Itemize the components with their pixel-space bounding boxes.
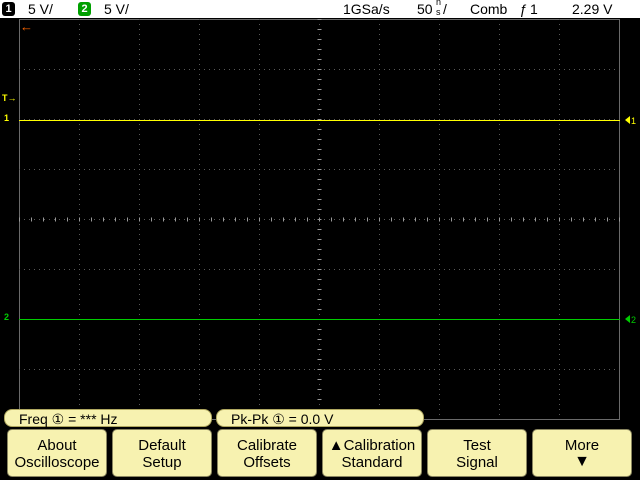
- calibrate-offsets-button[interactable]: Calibrate Offsets: [217, 429, 317, 477]
- channel-1-ground-marker[interactable]: 1: [4, 114, 9, 123]
- sample-rate: 1GSa/s: [343, 1, 390, 17]
- channel-1-trace: [19, 120, 620, 121]
- softkey-label: Offsets: [243, 454, 291, 471]
- softkey-label: Oscilloscope: [14, 454, 100, 471]
- channel-2-scale[interactable]: 5 V/: [104, 0, 129, 18]
- test-signal-button[interactable]: Test Signal: [427, 429, 527, 477]
- waveform-graticule: [19, 19, 620, 420]
- default-setup-button[interactable]: Default Setup: [112, 429, 212, 477]
- softkey-label: Test: [463, 437, 491, 454]
- trigger-level-marker[interactable]: T→: [2, 94, 17, 103]
- chevron-down-icon: ▼: [574, 453, 590, 470]
- timebase-unit-seconds: s: [436, 7, 441, 17]
- svg-text:1: 1: [631, 116, 636, 126]
- channel-1-badge[interactable]: 1: [2, 2, 15, 16]
- timebase-value[interactable]: 50: [417, 0, 433, 18]
- softkey-label: Standard: [341, 454, 403, 471]
- channel-2-trace: [19, 319, 620, 320]
- trigger-level[interactable]: 2.29 V: [572, 0, 612, 18]
- freq-measurement[interactable]: Freq ① = *** Hz: [4, 409, 212, 427]
- timebase-unit-prefix: n: [436, 0, 442, 7]
- about-oscilloscope-button[interactable]: About Oscilloscope: [7, 429, 107, 477]
- channel-1-right-marker-icon: 1: [625, 116, 636, 126]
- softkey-label: Setup: [142, 454, 182, 471]
- channel-2-right-marker-icon: 2: [625, 315, 636, 325]
- status-bar: 1 5 V/ 2 5 V/ 1GSa/s 50 n s / Comb ƒ 1 2…: [0, 0, 640, 18]
- channel-1-scale[interactable]: 5 V/: [28, 0, 53, 18]
- trigger-time-marker-icon[interactable]: ←: [20, 20, 33, 33]
- acquisition-mode[interactable]: Comb: [470, 0, 507, 18]
- softkey-label: ▲Calibration: [328, 437, 416, 454]
- softkey-label: Calibrate: [236, 437, 298, 454]
- softkey-label: About: [37, 437, 77, 454]
- trigger-edge-icon[interactable]: ƒ: [519, 0, 527, 18]
- softkey-bar: About Oscilloscope Default Setup Calibra…: [0, 428, 640, 480]
- channel-2-badge[interactable]: 2: [78, 2, 91, 16]
- svg-text:2: 2: [631, 315, 636, 325]
- channel-2-ground-marker[interactable]: 2: [4, 313, 9, 322]
- softkey-label: Default: [138, 437, 186, 454]
- calibration-standard-button[interactable]: ▲Calibration Standard: [322, 429, 422, 477]
- pkpk-measurement[interactable]: Pk-Pk ① = 0.0 V: [216, 409, 424, 427]
- softkey-label: More: [564, 437, 600, 454]
- timebase-slash: /: [443, 1, 447, 17]
- more-button[interactable]: More ▼: [532, 429, 632, 477]
- trigger-source[interactable]: 1: [530, 0, 538, 18]
- softkey-label: Signal: [456, 454, 498, 471]
